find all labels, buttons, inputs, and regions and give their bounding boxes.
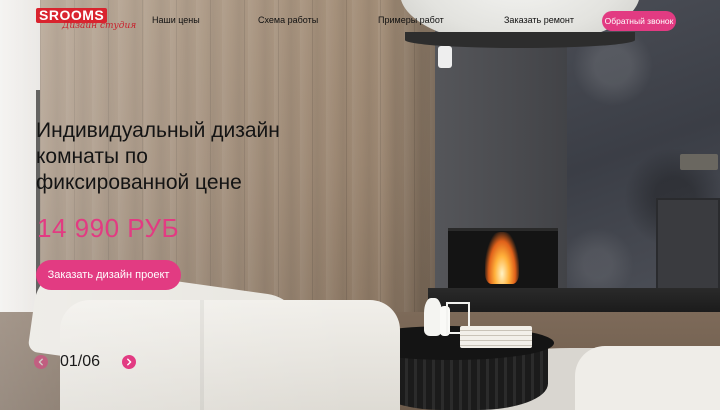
- slider-prev-button[interactable]: [34, 355, 48, 369]
- chevron-right-icon: [127, 358, 132, 366]
- fire: [485, 232, 519, 284]
- hero-background-photo: [0, 0, 720, 410]
- books: [460, 326, 532, 348]
- site-header: SROOMS Дизайн студия Наши цены Схема раб…: [0, 0, 720, 40]
- slide-counter: 01/06: [60, 352, 100, 372]
- slider-next-button[interactable]: [122, 355, 136, 369]
- spot-light: [438, 46, 452, 68]
- slide-total: 06: [82, 353, 101, 370]
- nav-item-workflow[interactable]: Схема работы: [258, 15, 318, 26]
- hero-price: 14 990 РУБ: [37, 213, 180, 243]
- logo[interactable]: SROOMS Дизайн студия: [36, 8, 136, 34]
- armchair: [575, 346, 720, 410]
- nav-item-portfolio[interactable]: Примеры работ: [378, 15, 444, 26]
- fireplace-ledge: [428, 288, 720, 314]
- hero-title: Индивидуальный дизайн комнаты по фиксиро…: [36, 119, 280, 194]
- nav-item-prices[interactable]: Наши цены: [152, 15, 200, 26]
- chevron-left-icon: [38, 358, 43, 366]
- callback-button[interactable]: Обратный звонок: [602, 11, 676, 31]
- order-design-button[interactable]: Заказать дизайн проект: [36, 260, 181, 290]
- logo-tagline: Дизайн студия: [62, 21, 137, 31]
- text-overlay: [0, 0, 360, 410]
- slide-current: 01: [60, 353, 78, 370]
- nav-item-order-repair[interactable]: Заказать ремонт: [504, 15, 574, 26]
- light-switch: [680, 154, 718, 170]
- tv-screen: [656, 198, 720, 302]
